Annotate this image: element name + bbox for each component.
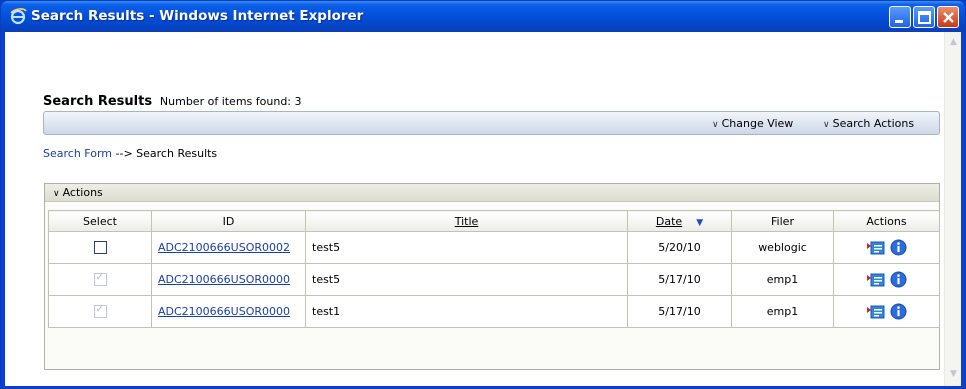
results-panel: ∨ Actions Select ID Title Date ▼ Filer A… — [44, 183, 940, 370]
breadcrumb-search-form-link[interactable]: Search Form — [43, 147, 112, 160]
id-cell: ADC2100666USOR0002 — [151, 231, 306, 264]
filer-cell: weblogic — [731, 231, 834, 264]
filer-cell: emp1 — [731, 295, 834, 328]
close-button[interactable] — [937, 6, 959, 28]
column-header-id: ID — [151, 210, 306, 232]
window-title: Search Results - Windows Internet Explor… — [31, 8, 364, 24]
table-row: ADC2100666USOR0000 test5 5/17/10 emp1 — [48, 263, 940, 296]
sort-descending-icon: ▼ — [696, 217, 704, 228]
actions-cell — [833, 295, 940, 328]
id-cell: ADC2100666USOR0000 — [151, 295, 306, 328]
select-cell — [48, 295, 152, 328]
page-header: Search Results Number of items found: 3 — [43, 94, 302, 109]
breadcrumb-separator: --> — [115, 147, 133, 160]
maximize-icon — [918, 11, 931, 24]
scroll-up-icon[interactable]: ▲ — [946, 35, 961, 50]
table-row: ADC2100666USOR0000 test1 5/17/10 emp1 — [48, 295, 940, 328]
page-title: Search Results — [43, 94, 153, 109]
maximize-button[interactable] — [913, 6, 935, 28]
info-icon[interactable] — [890, 303, 907, 320]
title-bar[interactable]: Search Results - Windows Internet Explor… — [1, 1, 965, 32]
results-table: Select ID Title Date ▼ Filer Actions ADC2 — [48, 210, 940, 328]
breadcrumb-current: Search Results — [136, 147, 218, 160]
date-cell: 5/17/10 — [627, 295, 732, 328]
column-header-date[interactable]: Date ▼ — [627, 210, 732, 232]
breadcrumb: Search Form --> Search Results — [43, 147, 217, 160]
minimize-icon — [895, 20, 903, 23]
filer-cell: emp1 — [731, 263, 834, 296]
date-cell: 5/17/10 — [627, 263, 732, 296]
title-cell: test5 — [305, 263, 628, 296]
document-icon[interactable] — [866, 304, 886, 320]
column-header-title[interactable]: Title — [305, 210, 628, 232]
page-content: Search Results Number of items found: 3 … — [5, 32, 943, 386]
row-checkbox[interactable] — [93, 241, 107, 255]
change-view-menu[interactable]: ∨ Change View — [712, 117, 793, 130]
browser-window: Search Results - Windows Internet Explor… — [0, 0, 966, 389]
document-icon[interactable] — [866, 272, 886, 288]
column-header-actions: Actions — [833, 210, 940, 232]
scroll-down-icon[interactable]: ▼ — [946, 367, 961, 382]
table-row: ADC2100666USOR0002 test5 5/20/10 weblogi… — [48, 231, 940, 264]
minimize-button[interactable] — [889, 6, 911, 28]
chevron-down-icon: ∨ — [53, 189, 60, 199]
select-cell — [48, 263, 152, 296]
title-cell: test1 — [305, 295, 628, 328]
search-actions-menu[interactable]: ∨ Search Actions — [823, 117, 914, 130]
title-cell: test5 — [305, 231, 628, 264]
select-cell — [48, 231, 152, 264]
table-header-row: Select ID Title Date ▼ Filer Actions — [48, 210, 940, 232]
column-header-filer: Filer — [731, 210, 834, 232]
browser-content-area: Search Results Number of items found: 3 … — [5, 32, 961, 386]
internet-explorer-icon — [10, 8, 27, 25]
column-header-select: Select — [48, 210, 152, 232]
id-link[interactable]: ADC2100666USOR0000 — [158, 273, 290, 286]
close-icon — [943, 12, 954, 23]
date-cell: 5/20/10 — [627, 231, 732, 264]
actions-cell — [833, 263, 940, 296]
id-link[interactable]: ADC2100666USOR0000 — [158, 305, 290, 318]
info-icon[interactable] — [890, 271, 907, 288]
vertical-scrollbar[interactable]: ▲ ▼ — [944, 32, 961, 386]
info-icon[interactable] — [890, 239, 907, 256]
id-cell: ADC2100666USOR0000 — [151, 263, 306, 296]
actions-panel-label: Actions — [62, 186, 103, 199]
chevron-down-icon: ∨ — [712, 120, 719, 130]
document-icon[interactable] — [866, 240, 886, 256]
actions-cell — [833, 231, 940, 264]
results-toolbar: ∨ Change View ∨ Search Actions — [43, 111, 940, 135]
chevron-down-icon: ∨ — [823, 120, 830, 130]
search-actions-label: Search Actions — [832, 117, 915, 130]
row-checkbox — [93, 304, 107, 319]
row-checkbox — [93, 272, 107, 287]
change-view-label: Change View — [721, 117, 794, 130]
id-link[interactable]: ADC2100666USOR0002 — [158, 241, 290, 254]
actions-panel-toggle[interactable]: ∨ Actions — [45, 184, 939, 202]
item-count: Number of items found: 3 — [159, 95, 302, 108]
